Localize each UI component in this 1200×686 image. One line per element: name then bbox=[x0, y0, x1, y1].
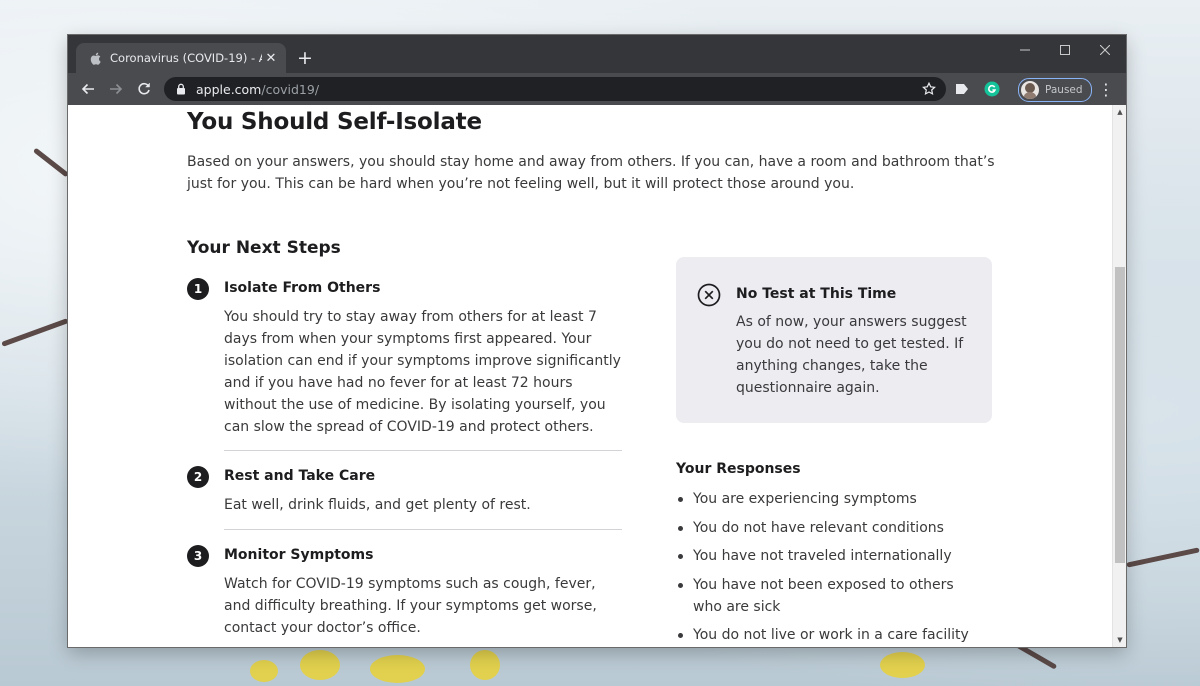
scrollbar-thumb[interactable] bbox=[1115, 267, 1125, 563]
step-body: Eat well, drink fluids, and get plenty o… bbox=[224, 497, 531, 513]
responses-list: You are experiencing symptoms You do not… bbox=[676, 488, 986, 647]
back-button[interactable] bbox=[74, 73, 102, 105]
extension-tag-icon[interactable] bbox=[954, 81, 970, 97]
lock-icon bbox=[176, 82, 188, 96]
page-title: You Should Self-Isolate bbox=[187, 109, 482, 135]
scroll-up-arrow-icon[interactable]: ▲ bbox=[1116, 108, 1124, 116]
kebab-menu-icon[interactable]: ⋮ bbox=[1096, 79, 1116, 99]
profile-button[interactable]: Paused bbox=[1018, 78, 1092, 102]
tab-active[interactable]: Coronavirus (COVID-19) - Apple ✕ bbox=[76, 43, 286, 73]
bookmark-star-icon[interactable] bbox=[920, 80, 938, 98]
address-bar[interactable]: apple.com/covid19/ bbox=[164, 77, 946, 101]
step-number-badge: 2 bbox=[187, 466, 209, 488]
tab-title: Coronavirus (COVID-19) - Apple bbox=[110, 51, 262, 65]
profile-status: Paused bbox=[1045, 84, 1083, 96]
wallpaper-branch bbox=[1126, 547, 1200, 568]
minimize-button[interactable] bbox=[1004, 35, 1046, 65]
browser-window: Coronavirus (COVID-19) - Apple ✕ + ap bbox=[68, 35, 1126, 647]
step-divider bbox=[224, 450, 622, 451]
step-number-badge: 3 bbox=[187, 545, 209, 567]
step-title: Rest and Take Care bbox=[224, 468, 376, 484]
next-steps-heading: Your Next Steps bbox=[187, 238, 341, 258]
forward-button[interactable] bbox=[102, 73, 130, 105]
circle-x-icon bbox=[697, 283, 721, 307]
wallpaper-blossom bbox=[470, 650, 500, 680]
list-item: You do not live or work in a care facili… bbox=[676, 624, 986, 646]
wallpaper-blossom bbox=[300, 650, 340, 680]
list-item: You do not have relevant conditions bbox=[676, 517, 986, 539]
list-item: You are experiencing symptoms bbox=[676, 488, 986, 510]
intro-text: Based on your answers, you should stay h… bbox=[187, 154, 995, 192]
avatar bbox=[1021, 81, 1039, 99]
no-test-card: No Test at This Time As of now, your ans… bbox=[676, 257, 992, 423]
tab-strip: Coronavirus (COVID-19) - Apple ✕ + bbox=[68, 35, 1126, 73]
list-item: You have not traveled internationally bbox=[676, 545, 986, 567]
page-content: You Should Self-Isolate Based on your an… bbox=[68, 105, 1112, 647]
scroll-down-arrow-icon[interactable]: ▼ bbox=[1116, 636, 1124, 644]
step-body: You should try to stay away from others … bbox=[224, 309, 621, 435]
step-number-badge: 1 bbox=[187, 278, 209, 300]
wallpaper-blossom bbox=[250, 660, 278, 682]
close-window-button[interactable] bbox=[1084, 35, 1126, 65]
no-test-title: No Test at This Time bbox=[736, 286, 897, 302]
vertical-scrollbar[interactable]: ▲ ▼ bbox=[1112, 105, 1126, 647]
apple-logo-icon bbox=[88, 51, 102, 65]
step-body: Watch for COVID-19 symptoms such as coug… bbox=[224, 576, 597, 636]
close-tab-icon[interactable]: ✕ bbox=[262, 49, 280, 67]
wallpaper-blossom bbox=[370, 655, 425, 683]
wallpaper-blossom bbox=[880, 652, 925, 678]
grammarly-icon[interactable] bbox=[984, 81, 1000, 97]
new-tab-button[interactable]: + bbox=[294, 48, 316, 70]
step-divider bbox=[224, 529, 622, 530]
step-title: Monitor Symptoms bbox=[224, 547, 374, 563]
maximize-button[interactable] bbox=[1044, 35, 1086, 65]
step-title: Isolate From Others bbox=[224, 280, 381, 296]
url-host: apple.com bbox=[196, 81, 262, 97]
list-item: You have not been exposed to others who … bbox=[676, 574, 986, 618]
responses-heading: Your Responses bbox=[676, 461, 801, 477]
url-path: /covid19/ bbox=[261, 81, 320, 97]
wallpaper-branch bbox=[32, 147, 70, 178]
browser-toolbar: apple.com/covid19/ Paused ⋮ bbox=[68, 73, 1126, 105]
reload-button[interactable] bbox=[130, 73, 158, 105]
wallpaper-branch bbox=[1, 318, 69, 347]
no-test-body: As of now, your answers suggest you do n… bbox=[736, 314, 967, 396]
